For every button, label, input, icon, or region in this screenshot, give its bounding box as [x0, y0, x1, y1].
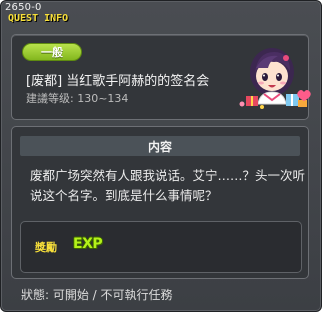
quest-description: 废都广场突然有人跟我说话。艾宁……？头一次听说这个名字。到底是什么事情呢？ [30, 168, 306, 203]
reward-label: 獎勵 [35, 241, 57, 254]
window-title: QUEST INFO [8, 12, 69, 24]
content-header: 内容 [20, 136, 300, 156]
quest-info-window: 2650-0 QUEST INFO 一般 [废都] 当红歌手阿赫的的签名会 建議… [0, 0, 322, 312]
npc-portrait-icon [239, 48, 311, 109]
recommended-level: 建議等级: 130~134 [26, 92, 129, 105]
quest-status: 狀態: 可開始 / 不可執行任務 [21, 288, 173, 302]
quest-content-panel: 内容 废都广场突然有人跟我说话。艾宁……？头一次听说这个名字。到底是什么事情呢？… [11, 126, 309, 279]
quest-summary-panel: 一般 [废都] 当红歌手阿赫的的签名会 建議等级: 130~134 [11, 34, 311, 120]
quest-name: [废都] 当红歌手阿赫的的签名会 [26, 74, 210, 89]
exp-reward-icon[interactable]: EXP [73, 236, 103, 252]
title-bar[interactable]: QUEST INFO [5, 11, 71, 25]
reward-box: 獎勵 EXP [20, 221, 302, 273]
category-badge: 一般 [22, 43, 82, 61]
